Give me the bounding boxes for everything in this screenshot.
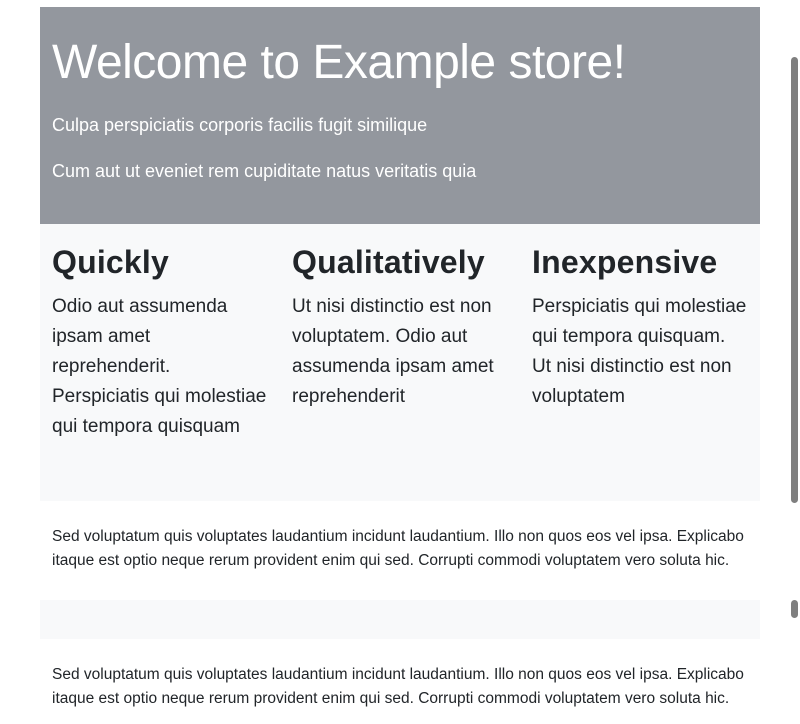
- feature-heading: Quickly: [52, 244, 170, 280]
- hero-subtitle-1: Culpa perspiciatis corporis facilis fugi…: [52, 115, 428, 135]
- feature-qualitatively: Qualitatively Ut nisi distinctio est non…: [280, 242, 520, 501]
- hero-banner: Welcome to Example store! Culpa perspici…: [40, 7, 760, 224]
- content-paragraph: Sed voluptatum quis voluptates laudantiu…: [52, 528, 744, 569]
- section-divider-band: [40, 600, 760, 639]
- feature-text: Odio aut assumenda ipsam amet reprehende…: [52, 296, 267, 437]
- features-section: Quickly Odio aut assumenda ipsam amet re…: [40, 224, 760, 501]
- page-scrollbar-thumb[interactable]: [791, 57, 798, 503]
- feature-text: Ut nisi distinctio est non voluptatem. O…: [292, 296, 494, 407]
- content-paragraph: Sed voluptatum quis voluptates laudantiu…: [52, 666, 744, 707]
- feature-heading: Inexpensive: [532, 244, 718, 280]
- feature-text: Perspiciatis qui molestiae qui tempora q…: [532, 296, 747, 407]
- feature-heading: Qualitatively: [292, 244, 485, 280]
- hero-subtitle-2: Cum aut ut eveniet rem cupiditate natus …: [52, 161, 477, 181]
- feature-quickly: Quickly Odio aut assumenda ipsam amet re…: [40, 242, 280, 501]
- feature-inexpensive: Inexpensive Perspiciatis qui molestiae q…: [520, 242, 760, 501]
- inner-scrollbar-thumb[interactable]: [791, 600, 798, 618]
- page-container: Welcome to Example store! Culpa perspici…: [40, 7, 760, 501]
- hero-title: Welcome to Example store!: [52, 36, 626, 89]
